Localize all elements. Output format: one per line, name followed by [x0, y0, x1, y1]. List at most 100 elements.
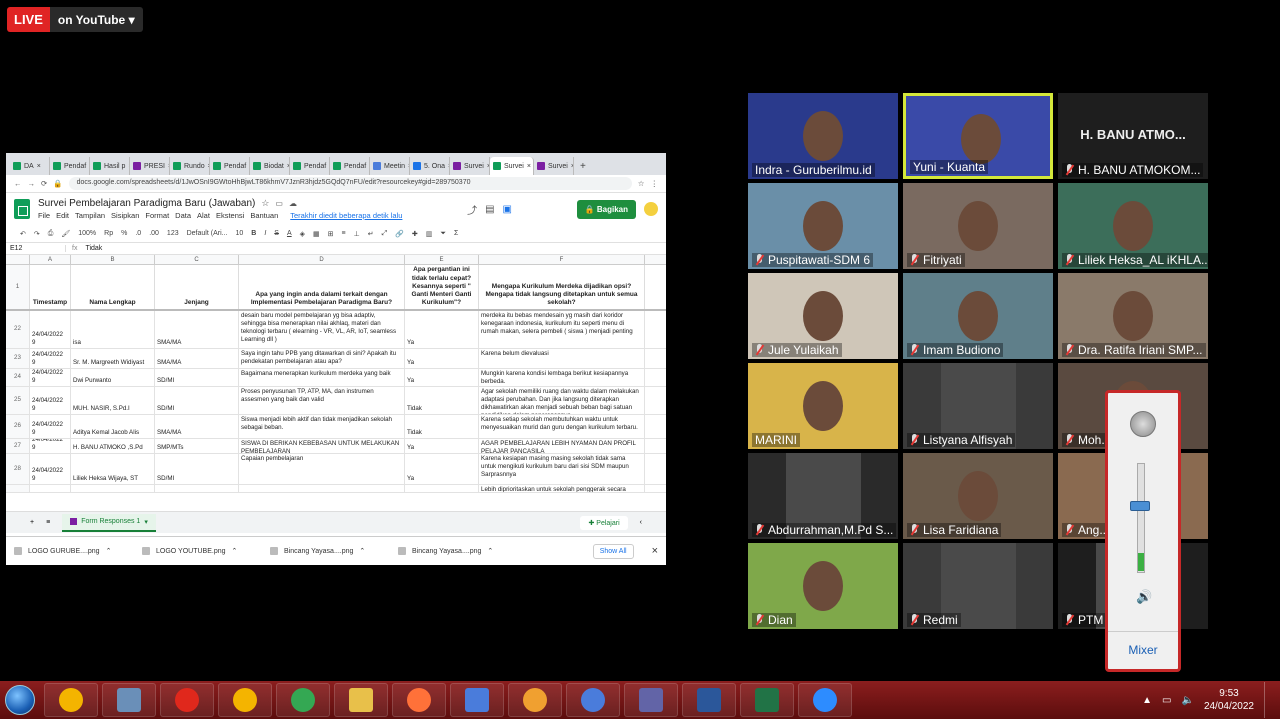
participant-tile[interactable]: Dian: [748, 543, 898, 629]
column-header[interactable]: [6, 255, 30, 264]
print-icon[interactable]: ⎙: [48, 230, 54, 238]
chart-trend-icon[interactable]: ⤴: [467, 202, 477, 217]
participant-tile[interactable]: Fitriyati: [903, 183, 1053, 269]
percent-button[interactable]: %: [121, 230, 127, 237]
table-cell[interactable]: AGAR PEMBELAJARAN LEBIH NYAMAN DAN PROFI…: [479, 439, 645, 453]
browser-tab[interactable]: Pendaf×: [50, 157, 90, 175]
menu-item[interactable]: Tampilan: [75, 211, 105, 220]
sheet-tab-form-responses[interactable]: Form Responses 1 ▾: [62, 513, 156, 532]
taskbar-app-button[interactable]: [392, 683, 446, 717]
extensions-icon[interactable]: ⋮: [651, 179, 659, 188]
volume-muted-icon[interactable]: 🔈: [1181, 695, 1193, 706]
table-cell[interactable]: SMP/MTs: [155, 439, 239, 453]
table-cell[interactable]: Ya: [405, 349, 479, 368]
table-cell[interactable]: 24/04/2022 9: [30, 369, 71, 386]
header-timestamp[interactable]: Timestamp: [30, 265, 71, 309]
header-question-e[interactable]: Apa pergantian ini tidak terlalu cepat? …: [405, 265, 479, 309]
table-cell[interactable]: MUH. NASIR, S.Pd.I: [71, 387, 155, 414]
taskbar-app-button[interactable]: [798, 683, 852, 717]
table-cell[interactable]: Ya: [405, 369, 479, 386]
live-stream-indicator[interactable]: LIVE on YouTube ▾: [7, 7, 143, 32]
participant-tile[interactable]: Yuni - Kuanta: [903, 93, 1053, 179]
table-cell[interactable]: [155, 485, 239, 492]
table-cell[interactable]: H. BANU ATMOKO ,S.Pd: [71, 439, 155, 453]
comment-add-icon[interactable]: ✚: [412, 230, 418, 238]
zoom-select[interactable]: 100%: [78, 230, 96, 237]
table-cell[interactable]: Ya: [405, 311, 479, 348]
table-cell[interactable]: Tidak: [405, 387, 479, 414]
browser-tab[interactable]: 5. Ona×: [410, 157, 450, 175]
table-cell[interactable]: Saya ingin tahu PPB yang ditawarkan di s…: [239, 349, 405, 368]
menu-item[interactable]: Edit: [56, 211, 69, 220]
browser-tab[interactable]: Survei×: [450, 157, 490, 175]
fill-color-icon[interactable]: ◈: [300, 230, 305, 238]
column-header[interactable]: E: [405, 255, 479, 264]
column-header[interactable]: A: [30, 255, 71, 264]
browser-tab[interactable]: Survei×: [490, 157, 534, 175]
table-cell[interactable]: Tidak: [405, 415, 479, 438]
table-cell[interactable]: desain baru model pembelajaran yg bisa a…: [239, 311, 405, 348]
all-sheets-icon[interactable]: ≡: [46, 519, 50, 526]
header-nama[interactable]: Nama Lengkap: [71, 265, 155, 309]
browser-tab[interactable]: PRESI×: [130, 157, 170, 175]
sum-button[interactable]: Σ: [454, 230, 458, 237]
paint-format-icon[interactable]: 🖌: [61, 230, 70, 238]
table-cell[interactable]: Karena setiap sekolah membutuhkan waktu …: [479, 415, 645, 438]
participant-tile[interactable]: Jule Yulaikah: [748, 273, 898, 359]
taskbar-app-button[interactable]: [218, 683, 272, 717]
browser-tab[interactable]: Survei×: [534, 157, 574, 175]
browser-tab[interactable]: Hasil p×: [90, 157, 130, 175]
stream-platform-dropdown[interactable]: on YouTube ▾: [49, 7, 143, 32]
table-cell[interactable]: [30, 485, 71, 492]
add-sheet-icon[interactable]: +: [30, 519, 34, 526]
table-cell[interactable]: 24/04/2022 9: [30, 387, 71, 414]
table-cell[interactable]: Karena kesiapan masing masing sekolah ti…: [479, 454, 645, 484]
participant-tile[interactable]: Abdurrahman,M.Pd S...: [748, 453, 898, 539]
table-cell[interactable]: Bagaimana menerapkan kurikulum merdeka y…: [239, 369, 405, 386]
menu-item[interactable]: Alat: [197, 211, 210, 220]
table-cell[interactable]: SD/MI: [155, 387, 239, 414]
table-row[interactable]: 22 24/04/2022 9 isa SMA/MA desain baru model…: [6, 311, 666, 349]
menu-item[interactable]: Bantuan: [250, 211, 278, 220]
taskbar-app-button[interactable]: [450, 683, 504, 717]
table-row[interactable]: 27 24/04/2022 9 H. BANU ATMOKO ,S.Pd SMP/MT…: [6, 439, 666, 454]
table-cell[interactable]: Ya: [405, 454, 479, 484]
explore-button[interactable]: ✚ Pelajari: [580, 515, 628, 530]
download-item[interactable]: LOGO GURUBE....png ⌃: [14, 547, 124, 555]
new-tab-icon[interactable]: +: [580, 161, 586, 172]
back-icon[interactable]: ←: [14, 179, 22, 188]
chevron-up-icon[interactable]: ⌃: [232, 547, 238, 555]
wrap-icon[interactable]: ↵: [368, 230, 374, 238]
table-cell[interactable]: 24/04/2022 9: [30, 439, 71, 453]
participant-tile[interactable]: H. BANU ATMO... H. BANU ATMOKOM...: [1058, 93, 1208, 179]
browser-tab[interactable]: Pendaf×: [210, 157, 250, 175]
mixer-link[interactable]: Mixer: [1108, 631, 1178, 669]
table-cell[interactable]: Proses penyusunan TP, ATP, MA, dan instr…: [239, 387, 405, 414]
taskbar-app-button[interactable]: [160, 683, 214, 717]
column-header[interactable]: F: [479, 255, 645, 264]
align-icon[interactable]: ≡: [342, 230, 346, 237]
menu-item[interactable]: Sisipkan: [111, 211, 139, 220]
currency-button[interactable]: Rp: [104, 230, 113, 237]
doc-title[interactable]: Survei Pembelajaran Paradigma Baru (Jawa…: [38, 198, 255, 209]
table-cell[interactable]: Liliek Heksa Wijaya, ST: [71, 454, 155, 484]
table-cell[interactable]: Karena belum dievaluasi: [479, 349, 645, 368]
table-row[interactable]: 25 24/04/2022 9 MUH. NASIR, S.Pd.I SD/MI Pro…: [6, 387, 666, 415]
formula-input[interactable]: Tidak: [77, 245, 102, 252]
header-jenjang[interactable]: Jenjang: [155, 265, 239, 309]
increase-decimal-button[interactable]: .00: [149, 230, 159, 237]
network-icon[interactable]: ▭: [1162, 695, 1171, 706]
taskbar-app-button[interactable]: [102, 683, 156, 717]
participant-tile[interactable]: Liliek Heksa_AL iKHLA...: [1058, 183, 1208, 269]
meet-icon[interactable]: ▣: [503, 204, 512, 215]
rotate-icon[interactable]: ⤢: [382, 230, 388, 238]
table-row[interactable]: 28 24/04/2022 9 Liliek Heksa Wijaya, ST SD/…: [6, 454, 666, 485]
table-cell[interactable]: SISWA DI BERIKAN KEBEBASAN UNTUK MELAKUK…: [239, 439, 405, 453]
show-hidden-icons-icon[interactable]: ▲: [1142, 695, 1152, 706]
volume-slider-thumb[interactable]: [1130, 501, 1150, 511]
clock[interactable]: 9:53 24/04/2022: [1204, 687, 1254, 713]
column-header[interactable]: D: [239, 255, 405, 264]
spreadsheet-grid[interactable]: ABCDEF 1 Timestamp Nama Lengkap Jenjang …: [6, 255, 666, 509]
menu-item[interactable]: File: [38, 211, 50, 220]
table-cell[interactable]: 24/04/2022 9: [30, 454, 71, 484]
